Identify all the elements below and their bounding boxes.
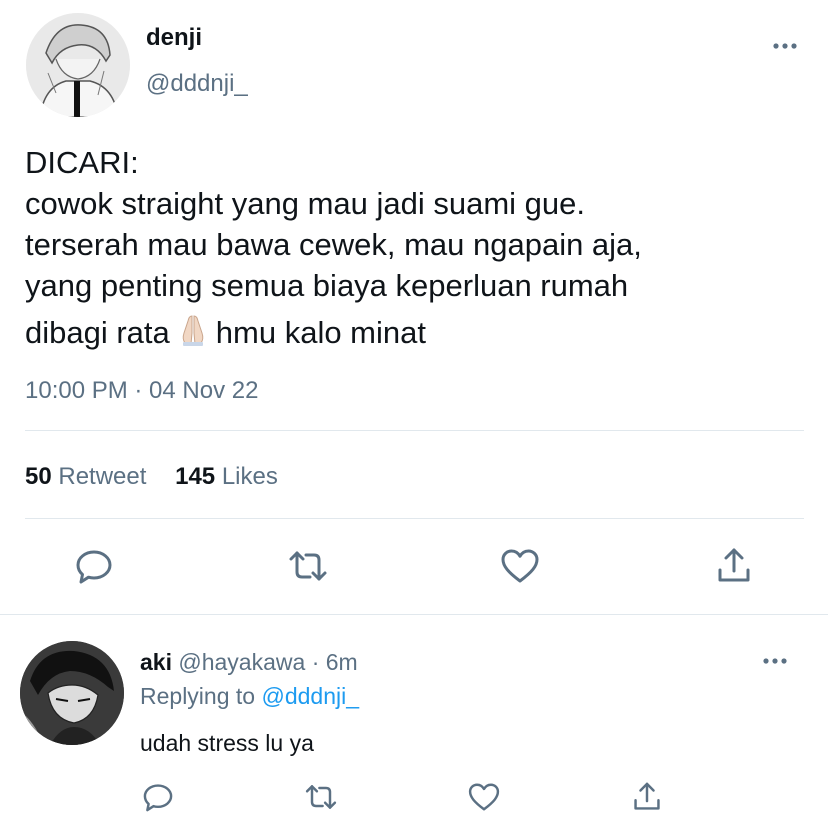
replying-prefix: Replying to [140,683,256,709]
reply-icon[interactable] [72,544,116,588]
retweet-count[interactable]: 50 [25,463,52,490]
retweet-icon[interactable] [303,779,339,815]
divider [25,518,804,519]
likes-count[interactable]: 145 [175,463,215,490]
tweet-timestamp[interactable]: 10:00 PM · 04 Nov 22 [25,377,258,405]
reply-icon[interactable] [140,779,176,815]
share-icon[interactable] [712,544,756,588]
reply-author-handle[interactable]: @hayakawa [178,649,305,675]
author-avatar[interactable] [26,13,130,117]
tweet-line: cowok straight yang mau jadi suami gue. [25,186,586,221]
reply-header: aki @hayakawa · 6m [140,649,358,676]
reply-author-name[interactable]: aki [140,649,172,675]
divider [0,614,828,615]
divider [25,430,804,431]
more-icon[interactable] [760,646,790,676]
tweet-line-part: dibagi rata [25,315,170,350]
heart-icon[interactable] [466,779,502,815]
share-icon[interactable] [629,779,665,815]
replying-to: Replying to @dddnji_ [140,683,359,710]
tweet-line: terserah mau bawa cewek, mau ngapain aja… [25,227,642,262]
tweet-line: DICARI: [25,145,139,180]
more-icon[interactable] [770,31,800,61]
heart-icon[interactable] [498,544,542,588]
author-name[interactable]: denji [146,24,202,52]
retweet-icon[interactable] [286,544,330,588]
likes-label[interactable]: Likes [222,463,278,490]
tweet-line: dibagi rata hmu kalo minat [25,312,805,357]
tweet-line: yang penting semua biaya keperluan rumah [25,268,629,303]
folded-hands-icon [176,313,210,357]
replying-to-link[interactable]: @dddnji_ [261,683,359,709]
reply-text: udah stress lu ya [140,730,314,756]
tweet-text: DICARI: cowok straight yang mau jadi sua… [25,142,805,357]
tweet-line-part: hmu kalo minat [215,315,426,350]
reply-avatar[interactable] [20,641,124,745]
reply-time[interactable]: · 6m [312,649,358,675]
retweet-label[interactable]: Retweet [58,463,146,490]
engagement-stats: 50 Retweet 145 Likes [25,463,278,491]
author-handle[interactable]: @dddnji_ [146,70,248,98]
